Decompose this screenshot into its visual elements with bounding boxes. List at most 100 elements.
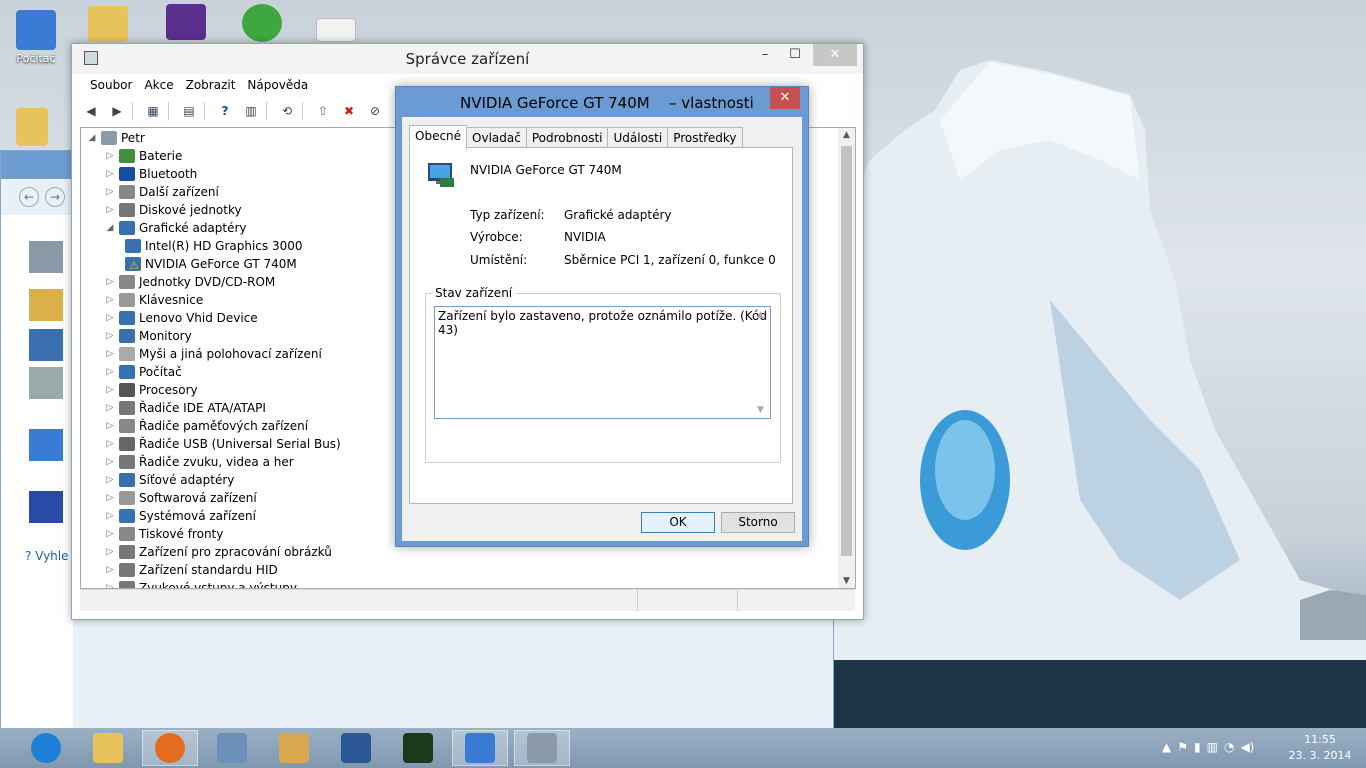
vertical-scrollbar[interactable]: ▲ ▼ [838,128,855,588]
tab-prostredky[interactable]: Prostředky [667,127,743,148]
expand-arrow-icon[interactable]: ▷ [103,475,117,485]
expand-arrow-icon[interactable]: ▷ [103,439,117,449]
flag-icon[interactable]: ⚑ [1177,740,1188,754]
tree-item[interactable]: ▷ Zvukové vstupy a výstupy [103,579,297,588]
properties-icon[interactable]: ▦ [142,101,164,121]
volume-icon[interactable]: ◀) [1240,740,1254,754]
help-link[interactable]: ? Vyhle [25,549,69,563]
minimize-button[interactable]: – [751,44,779,66]
forward-arrow-icon[interactable]: ▶ [106,101,128,121]
tree-item[interactable]: ▷ Zařízení standardu HID [103,561,278,579]
safe-icon[interactable] [29,289,63,321]
collapse-arrow-icon[interactable]: ◢ [85,133,99,143]
disable-device-icon[interactable]: ⊘ [364,101,386,121]
tab-obecne[interactable]: Obecné [409,125,468,149]
action-pane-icon[interactable]: ▥ [240,101,262,121]
tab-udalosti[interactable]: Události [607,127,669,148]
expand-arrow-icon[interactable]: ▷ [103,385,117,395]
menu-soubor[interactable]: Soubor [84,78,138,92]
tree-item[interactable]: ⚠ NVIDIA GeForce GT 740M [123,255,297,273]
properties-close-button[interactable]: ✕ [770,87,800,109]
forward-arrow-icon[interactable]: → [45,187,65,207]
printer-icon[interactable] [29,367,63,399]
taskbar-internet-explorer[interactable] [18,730,74,766]
scroll-up-icon[interactable]: ▲ [838,130,855,140]
tree-item[interactable]: ▷ Řadiče paměťových zařízení [103,417,308,435]
tree-item[interactable]: ▷ Baterie [103,147,182,165]
tree-item[interactable]: ▷ Klávesnice [103,291,203,309]
expand-arrow-icon[interactable]: ▷ [103,187,117,197]
scroll-down-icon[interactable]: ▼ [757,405,764,415]
menu-zobrazit[interactable]: Zobrazit [180,78,242,92]
taskbar-device-manager[interactable] [514,730,570,766]
flag-icon[interactable] [29,491,63,523]
tree-item[interactable]: ◢ Grafické adaptéry [103,219,247,237]
status-scrollbar[interactable]: ▲ ▼ [755,308,769,417]
tree-item[interactable]: ▷ Řadiče USB (Universal Serial Bus) [103,435,341,453]
tree-item[interactable]: ▷ Tiskové fronty [103,525,223,543]
tree-item[interactable]: ▷ Procesory [103,381,198,399]
expand-arrow-icon[interactable]: ▷ [103,367,117,377]
help-icon[interactable]: ? [214,101,236,121]
taskbar-firefox[interactable] [142,730,198,766]
tree-item[interactable]: ▷ Řadiče zvuku, videa a her [103,453,294,471]
collapse-arrow-icon[interactable]: ◢ [103,223,117,233]
menu-akce[interactable]: Akce [138,78,179,92]
network-icon[interactable]: ▥ [1207,740,1218,754]
update-driver-icon[interactable]: ⇧ [312,101,334,121]
close-button[interactable]: ✕ [813,44,857,66]
cancel-button[interactable]: Storno [721,512,795,533]
menu-napoveda[interactable]: Nápověda [241,78,314,92]
expand-arrow-icon[interactable]: ▷ [103,349,117,359]
back-arrow-icon[interactable]: ◀ [80,101,102,121]
device-manager-icon[interactable] [29,241,63,273]
taskbar-monitor-app[interactable] [390,730,446,766]
device-status-textbox[interactable]: Zařízení bylo zastaveno, protože oznámil… [434,306,771,419]
desktop-icon-computer[interactable]: Počítač [6,10,66,65]
wifi-icon[interactable]: ◔ [1224,740,1234,754]
expand-arrow-icon[interactable]: ▷ [103,151,117,161]
tree-item[interactable]: ▷ Softwarová zařízení [103,489,257,507]
expand-arrow-icon[interactable]: ▷ [103,331,117,341]
tree-item[interactable]: ▷ Lenovo Vhid Device [103,309,258,327]
list-view-icon[interactable]: ▤ [178,101,200,121]
expand-arrow-icon[interactable]: ▷ [103,421,117,431]
tab-podrobnosti[interactable]: Podrobnosti [525,127,609,148]
expand-arrow-icon[interactable]: ▷ [103,547,117,557]
maximize-button[interactable]: ☐ [781,44,809,66]
tab-ovladac[interactable]: Ovladač [466,127,527,148]
uninstall-icon[interactable]: ✖ [338,101,360,121]
tree-item[interactable]: ▷ Další zařízení [103,183,219,201]
tree-item[interactable]: ▷ Zařízení pro zpracování obrázků [103,543,332,561]
clock[interactable]: 11:55 23. 3. 2014 [1282,732,1358,764]
expand-arrow-icon[interactable]: ▷ [103,277,117,287]
show-hidden-icons-icon[interactable]: ▲ [1162,740,1171,754]
tree-item[interactable]: ▷ Jednotky DVD/CD-ROM [103,273,275,291]
tree-item[interactable]: ▷ Diskové jednotky [103,201,242,219]
scroll-down-icon[interactable]: ▼ [838,576,855,586]
battery-icon[interactable]: ▮ [1194,740,1201,754]
tree-item[interactable]: ▷ Myši a jiná polohovací zařízení [103,345,322,363]
expand-arrow-icon[interactable]: ▷ [103,169,117,179]
tree-item[interactable]: ▷ Bluetooth [103,165,197,183]
tree-item[interactable]: ▷ Řadiče IDE ATA/ATAPI [103,399,266,417]
taskbar-paint[interactable] [266,730,322,766]
desktop-icon-document[interactable] [306,18,366,44]
desktop-icon-video[interactable] [156,4,216,42]
desktop-icon-folder-2[interactable] [2,108,62,148]
expand-arrow-icon[interactable]: ▷ [103,295,117,305]
taskbar-word[interactable] [328,730,384,766]
taskbar-calculator[interactable] [204,730,260,766]
desktop-icon-utorrent[interactable] [232,4,292,44]
scroll-thumb[interactable] [841,146,852,556]
expand-arrow-icon[interactable]: ▷ [103,205,117,215]
expand-arrow-icon[interactable]: ▷ [103,529,117,539]
expand-arrow-icon[interactable]: ▷ [103,511,117,521]
tree-item[interactable]: ▷ Monitory [103,327,192,345]
taskbar-control-panel[interactable] [452,730,508,766]
expand-arrow-icon[interactable]: ▷ [103,457,117,467]
expand-arrow-icon[interactable]: ▷ [103,565,117,575]
computer-icon[interactable] [29,429,63,461]
desktop-icon-folder[interactable] [78,6,138,44]
scan-hardware-icon[interactable]: ⟲ [276,101,298,121]
